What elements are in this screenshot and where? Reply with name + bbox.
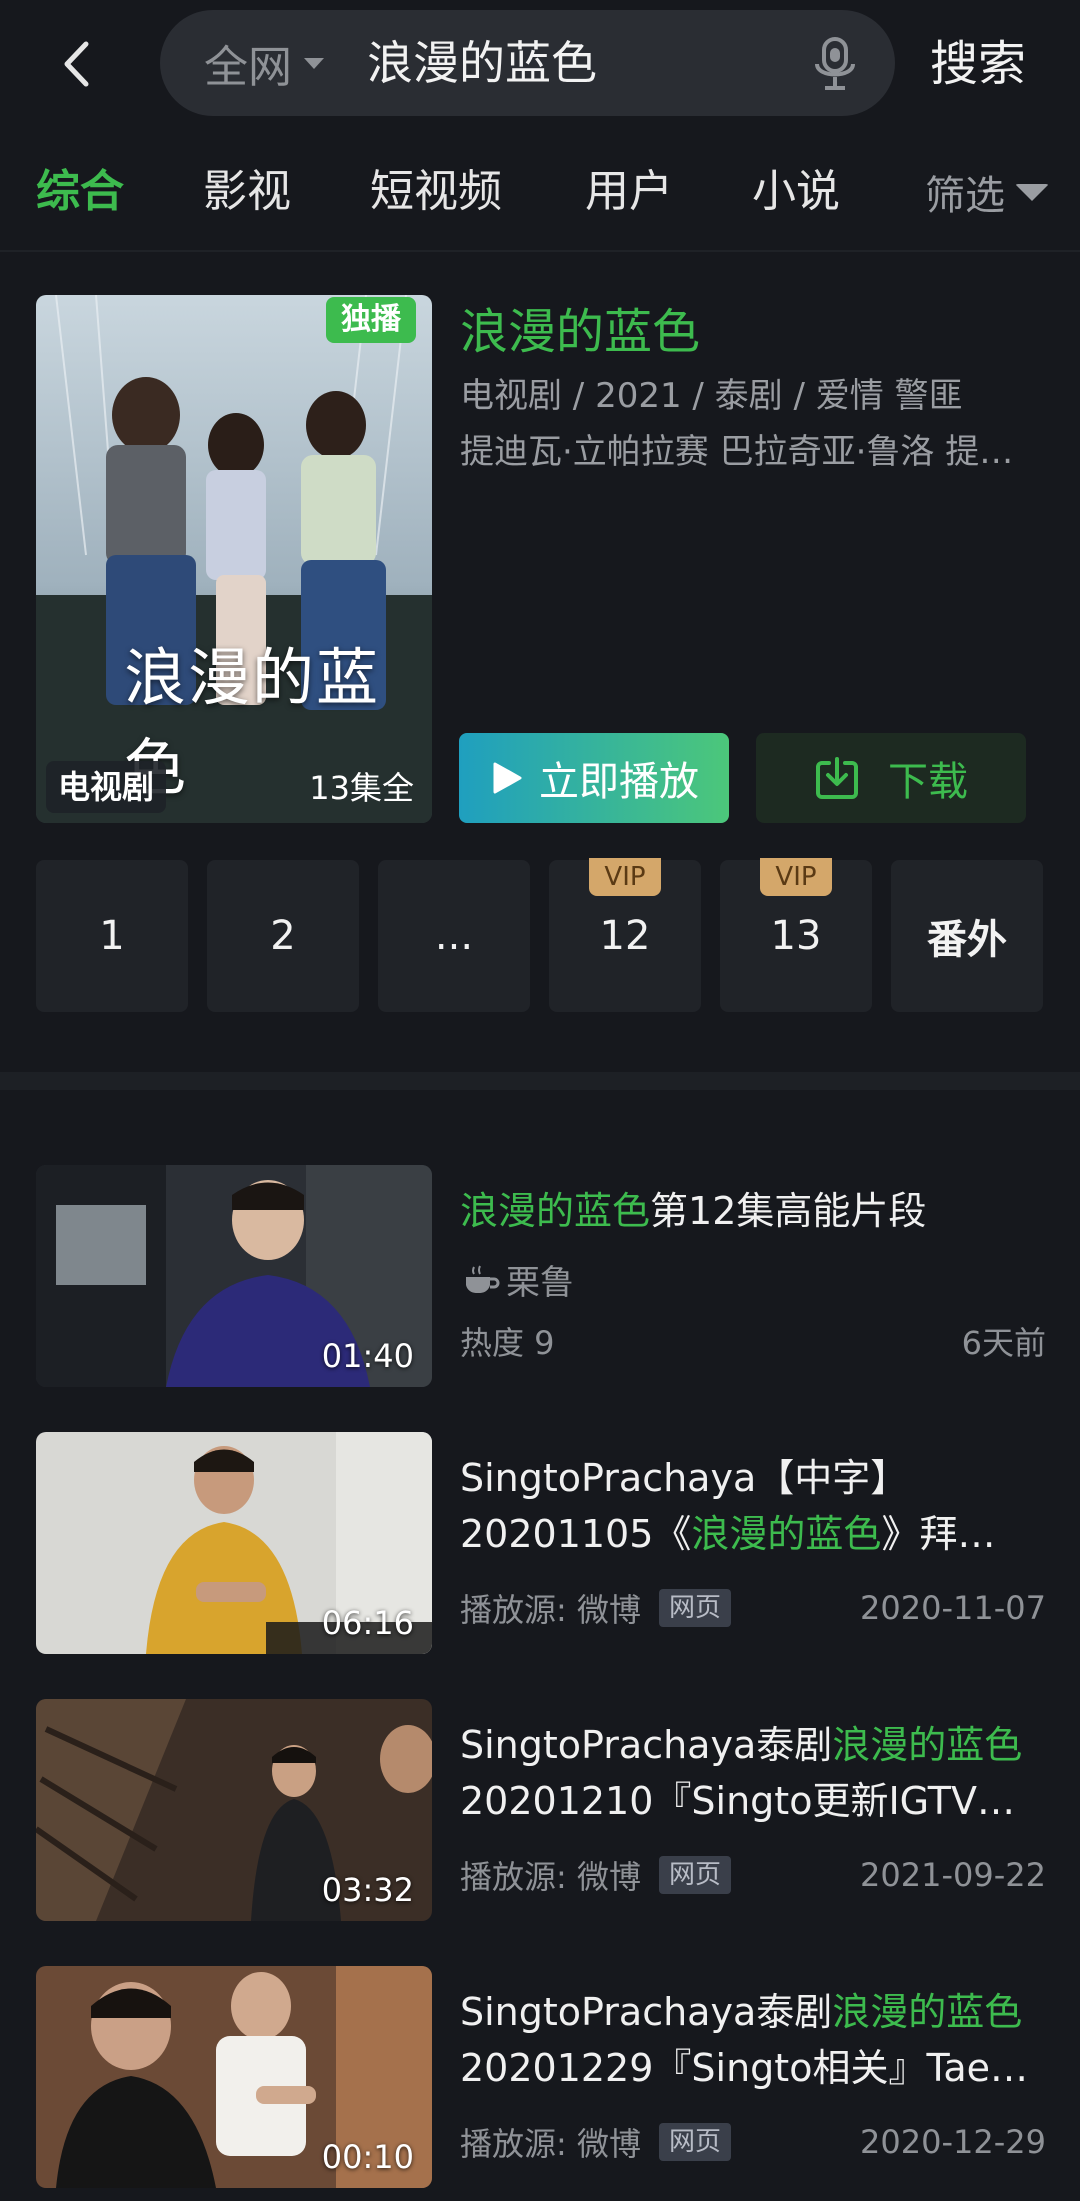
video-source: 播放源: 微博 <box>460 1858 641 1896</box>
video-date: 2020-12-29 <box>860 2123 1046 2161</box>
filter-label: 筛选 <box>925 173 1005 219</box>
video-title[interactable]: 浪漫的蓝色第12集高能片段 <box>460 1183 1046 1239</box>
episode-item[interactable]: VIP 12 <box>549 858 701 1012</box>
title-text: 第12集高能片段 <box>650 1189 927 1233</box>
video-thumbnail[interactable]: 03:32 <box>36 1699 432 1921</box>
episode-number: 12 <box>599 913 651 959</box>
title-highlight: 浪漫的蓝色 <box>691 1512 882 1556</box>
video-thumbnail[interactable]: 00:10 <box>36 1966 432 2188</box>
episode-item[interactable]: 2 <box>207 860 359 1012</box>
video-item[interactable]: 01:40 浪漫的蓝色第12集高能片段 栗鲁 热度 9 6天前 <box>0 1165 1080 1390</box>
search-input[interactable]: 浪漫的蓝色 <box>367 10 597 116</box>
exclusive-badge: 独播 <box>326 297 416 343</box>
video-thumbnail[interactable]: 06:16 <box>36 1432 432 1654</box>
coffee-cup-icon <box>466 1265 500 1293</box>
caret-down-icon <box>304 57 324 69</box>
video-item[interactable]: 06:16 SingtoPrachaya【中字】 20201105《浪漫的蓝色》… <box>0 1432 1080 1657</box>
video-footer: 播放源: 微博 网页 2020-12-29 <box>460 2119 1046 2165</box>
video-duration: 00:10 <box>321 2138 414 2176</box>
play-icon <box>493 762 522 794</box>
type-badge: 电视剧 <box>46 761 167 813</box>
section-divider <box>0 1072 1080 1090</box>
download-label: 下载 <box>888 759 968 805</box>
filter-caret-icon <box>1015 183 1049 201</box>
tab-users[interactable]: 用户 <box>585 150 673 234</box>
video-date: 6天前 <box>961 1324 1046 1362</box>
title-highlight: 浪漫的蓝色 <box>832 1990 1023 2034</box>
episode-number: 番外 <box>927 917 1007 963</box>
show-poster[interactable]: 浪漫的蓝色 独播 电视剧 13集全 <box>36 295 432 823</box>
back-button[interactable] <box>48 28 104 100</box>
back-chevron-icon <box>64 41 89 87</box>
search-scope-label: 全网 <box>204 42 292 93</box>
video-footer: 播放源: 微博 网页 2020-11-07 <box>460 1585 1046 1631</box>
video-source: 播放源: 微博 <box>460 1591 641 1629</box>
video-title[interactable]: SingtoPrachaya【中字】 20201105《浪漫的蓝色》拜… <box>460 1450 1046 1562</box>
tab-film-tv[interactable]: 影视 <box>203 150 291 234</box>
filter-button[interactable]: 筛选 <box>925 150 1049 234</box>
divider <box>0 250 1080 252</box>
download-icon <box>816 757 858 799</box>
video-source: 播放源: 微博 <box>460 2125 641 2163</box>
vip-badge: VIP <box>760 858 832 896</box>
web-badge: 网页 <box>658 2123 731 2161</box>
tab-comprehensive[interactable]: 综合 <box>36 150 124 234</box>
mic-icon[interactable] <box>813 36 857 92</box>
video-date: 2020-11-07 <box>860 1589 1046 1627</box>
video-title[interactable]: SingtoPrachaya泰剧浪漫的蓝色 20201210『Singto更新I… <box>460 1717 1046 1829</box>
video-author[interactable]: 栗鲁 <box>460 1255 574 1304</box>
title-text: SingtoPrachaya泰剧 <box>460 1990 833 2034</box>
title-highlight: 浪漫的蓝色 <box>832 1723 1023 1767</box>
download-button[interactable]: 下载 <box>756 733 1026 823</box>
show-cast: 提迪瓦·立帕拉赛 巴拉奇亚·鲁洛 提… <box>460 432 1014 472</box>
episode-list: 1 2 ... VIP 12 VIP 13 番外 <box>36 858 1044 1012</box>
episode-item[interactable]: VIP 13 <box>720 858 872 1012</box>
video-footer: 播放源: 微博 网页 2021-09-22 <box>460 1852 1046 1898</box>
episode-item[interactable]: ... <box>378 860 530 1012</box>
top-bar: 全网 浪漫的蓝色 搜索 <box>0 0 1080 130</box>
search-scope-dropdown[interactable]: 全网 <box>204 10 324 116</box>
search-results-page: 全网 浪漫的蓝色 搜索 综合 影视 短视频 用户 小说 筛选 浪漫的蓝 独播 电… <box>0 0 1080 2201</box>
episode-number: 1 <box>99 913 125 959</box>
video-duration: 03:32 <box>321 1871 414 1909</box>
show-meta: 电视剧 / 2021 / 泰剧 / 爱情 警匪 <box>460 376 963 416</box>
title-highlight: 浪漫的蓝色 <box>460 1189 651 1233</box>
episode-item[interactable]: 1 <box>36 860 188 1012</box>
play-now-label: 立即播放 <box>539 759 699 805</box>
video-date: 2021-09-22 <box>860 1856 1046 1894</box>
title-text: 》拜… <box>881 1512 996 1556</box>
play-now-button[interactable]: 立即播放 <box>459 733 729 823</box>
heat-count: 热度 9 <box>460 1324 555 1362</box>
episode-count: 13集全 <box>309 769 414 807</box>
title-text: 20201105《 <box>460 1512 692 1556</box>
search-button[interactable]: 搜索 <box>930 28 1026 100</box>
tab-novels[interactable]: 小说 <box>752 150 840 234</box>
video-item[interactable]: 00:10 SingtoPrachaya泰剧浪漫的蓝色 20201229『Sin… <box>0 1966 1080 2191</box>
title-text: SingtoPrachaya泰剧 <box>460 1723 833 1767</box>
video-item[interactable]: 03:32 SingtoPrachaya泰剧浪漫的蓝色 20201210『Sin… <box>0 1699 1080 1924</box>
video-thumbnail[interactable]: 01:40 <box>36 1165 432 1387</box>
vip-badge: VIP <box>589 858 661 896</box>
episode-number: 2 <box>270 913 296 959</box>
tab-short-video[interactable]: 短视频 <box>370 150 502 234</box>
show-title[interactable]: 浪漫的蓝色 <box>460 292 700 362</box>
video-duration: 06:16 <box>321 1604 414 1642</box>
video-duration: 01:40 <box>321 1337 414 1375</box>
title-line: SingtoPrachaya【中字】 <box>460 1456 909 1500</box>
episode-number: ... <box>434 913 474 959</box>
episode-item[interactable]: 番外 <box>891 860 1043 1012</box>
video-footer: 热度 9 6天前 <box>460 1318 1046 1364</box>
search-box[interactable]: 全网 浪漫的蓝色 <box>160 10 895 116</box>
web-badge: 网页 <box>658 1589 731 1627</box>
web-badge: 网页 <box>658 1856 731 1894</box>
author-name: 栗鲁 <box>506 1263 574 1303</box>
title-line: 20201229『Singto相关』Tae… <box>460 2046 1029 2090</box>
category-tabs: 综合 影视 短视频 用户 小说 筛选 <box>0 150 1080 234</box>
episode-number: 13 <box>770 913 822 959</box>
video-title[interactable]: SingtoPrachaya泰剧浪漫的蓝色 20201229『Singto相关』… <box>460 1984 1046 2096</box>
title-line: 20201210『Singto更新IGTV… <box>460 1779 1015 1823</box>
